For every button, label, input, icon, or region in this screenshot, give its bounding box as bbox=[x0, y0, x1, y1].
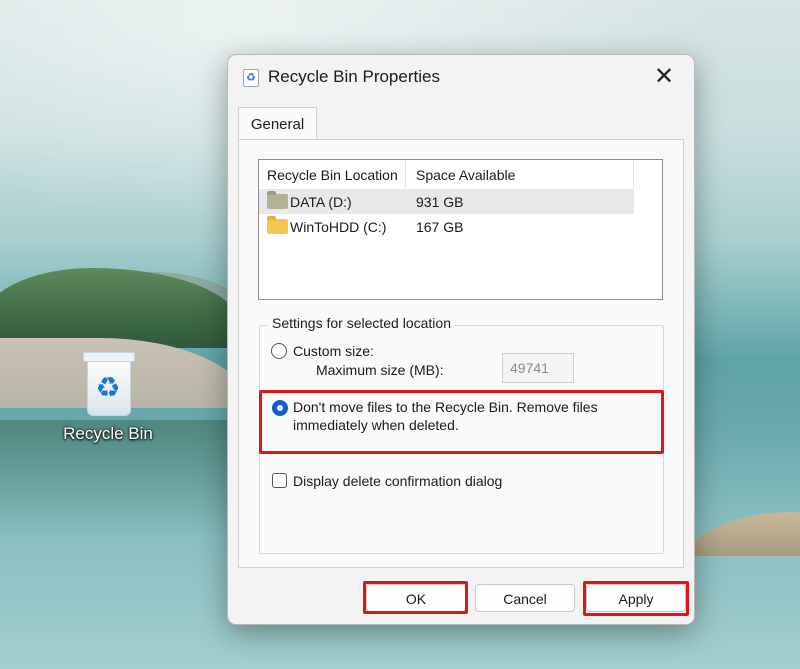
close-icon: ✕ bbox=[653, 62, 675, 90]
location-list[interactable]: Recycle Bin Location Space Available DAT… bbox=[258, 159, 663, 300]
title-bar[interactable]: ♻ Recycle Bin Properties ✕ bbox=[228, 55, 694, 99]
custom-size-radio[interactable] bbox=[271, 343, 287, 359]
drive-icon bbox=[267, 191, 288, 209]
settings-group-title: Settings for selected location bbox=[268, 315, 455, 331]
desktop-recycle-bin-icon[interactable]: ♻ Recycle Bin bbox=[58, 350, 158, 444]
column-header-space[interactable]: Space Available bbox=[408, 160, 634, 188]
recycle-bin-icon: ♻ bbox=[83, 350, 135, 416]
confirm-dialog-checkbox[interactable] bbox=[272, 473, 287, 488]
max-size-input[interactable]: 49741 bbox=[502, 353, 574, 383]
desktop-icon-label: Recycle Bin bbox=[63, 424, 153, 443]
general-panel: Recycle Bin Location Space Available DAT… bbox=[238, 139, 684, 568]
space-available: 167 GB bbox=[416, 219, 464, 235]
folder-icon bbox=[267, 216, 288, 234]
recycle-bin-properties-dialog: ♻ Recycle Bin Properties ✕ General Recyc… bbox=[227, 54, 695, 625]
highlight-annotation bbox=[583, 581, 689, 616]
dialog-title: Recycle Bin Properties bbox=[268, 67, 440, 86]
confirm-dialog-label[interactable]: Display delete confirmation dialog bbox=[293, 472, 502, 490]
background-sandbar bbox=[690, 512, 800, 556]
max-size-label: Maximum size (MB): bbox=[316, 362, 444, 378]
list-header: Recycle Bin Location Space Available bbox=[259, 160, 634, 188]
recycle-icon: ♻ bbox=[95, 371, 121, 404]
custom-size-label[interactable]: Custom size: bbox=[293, 342, 374, 360]
list-item[interactable]: WinToHDD (C:) 167 GB bbox=[259, 214, 634, 239]
location-name: WinToHDD (C:) bbox=[290, 219, 387, 235]
close-button[interactable]: ✕ bbox=[642, 61, 686, 93]
tab-general[interactable]: General bbox=[238, 107, 317, 141]
recycle-icon: ♻ bbox=[243, 69, 259, 87]
space-available: 931 GB bbox=[416, 194, 464, 210]
highlight-annotation bbox=[259, 390, 664, 454]
highlight-annotation bbox=[363, 581, 468, 614]
location-name: DATA (D:) bbox=[290, 194, 352, 210]
list-item[interactable]: DATA (D:) 931 GB bbox=[259, 189, 634, 214]
cancel-button[interactable]: Cancel bbox=[475, 584, 575, 612]
column-header-location[interactable]: Recycle Bin Location bbox=[259, 160, 406, 188]
